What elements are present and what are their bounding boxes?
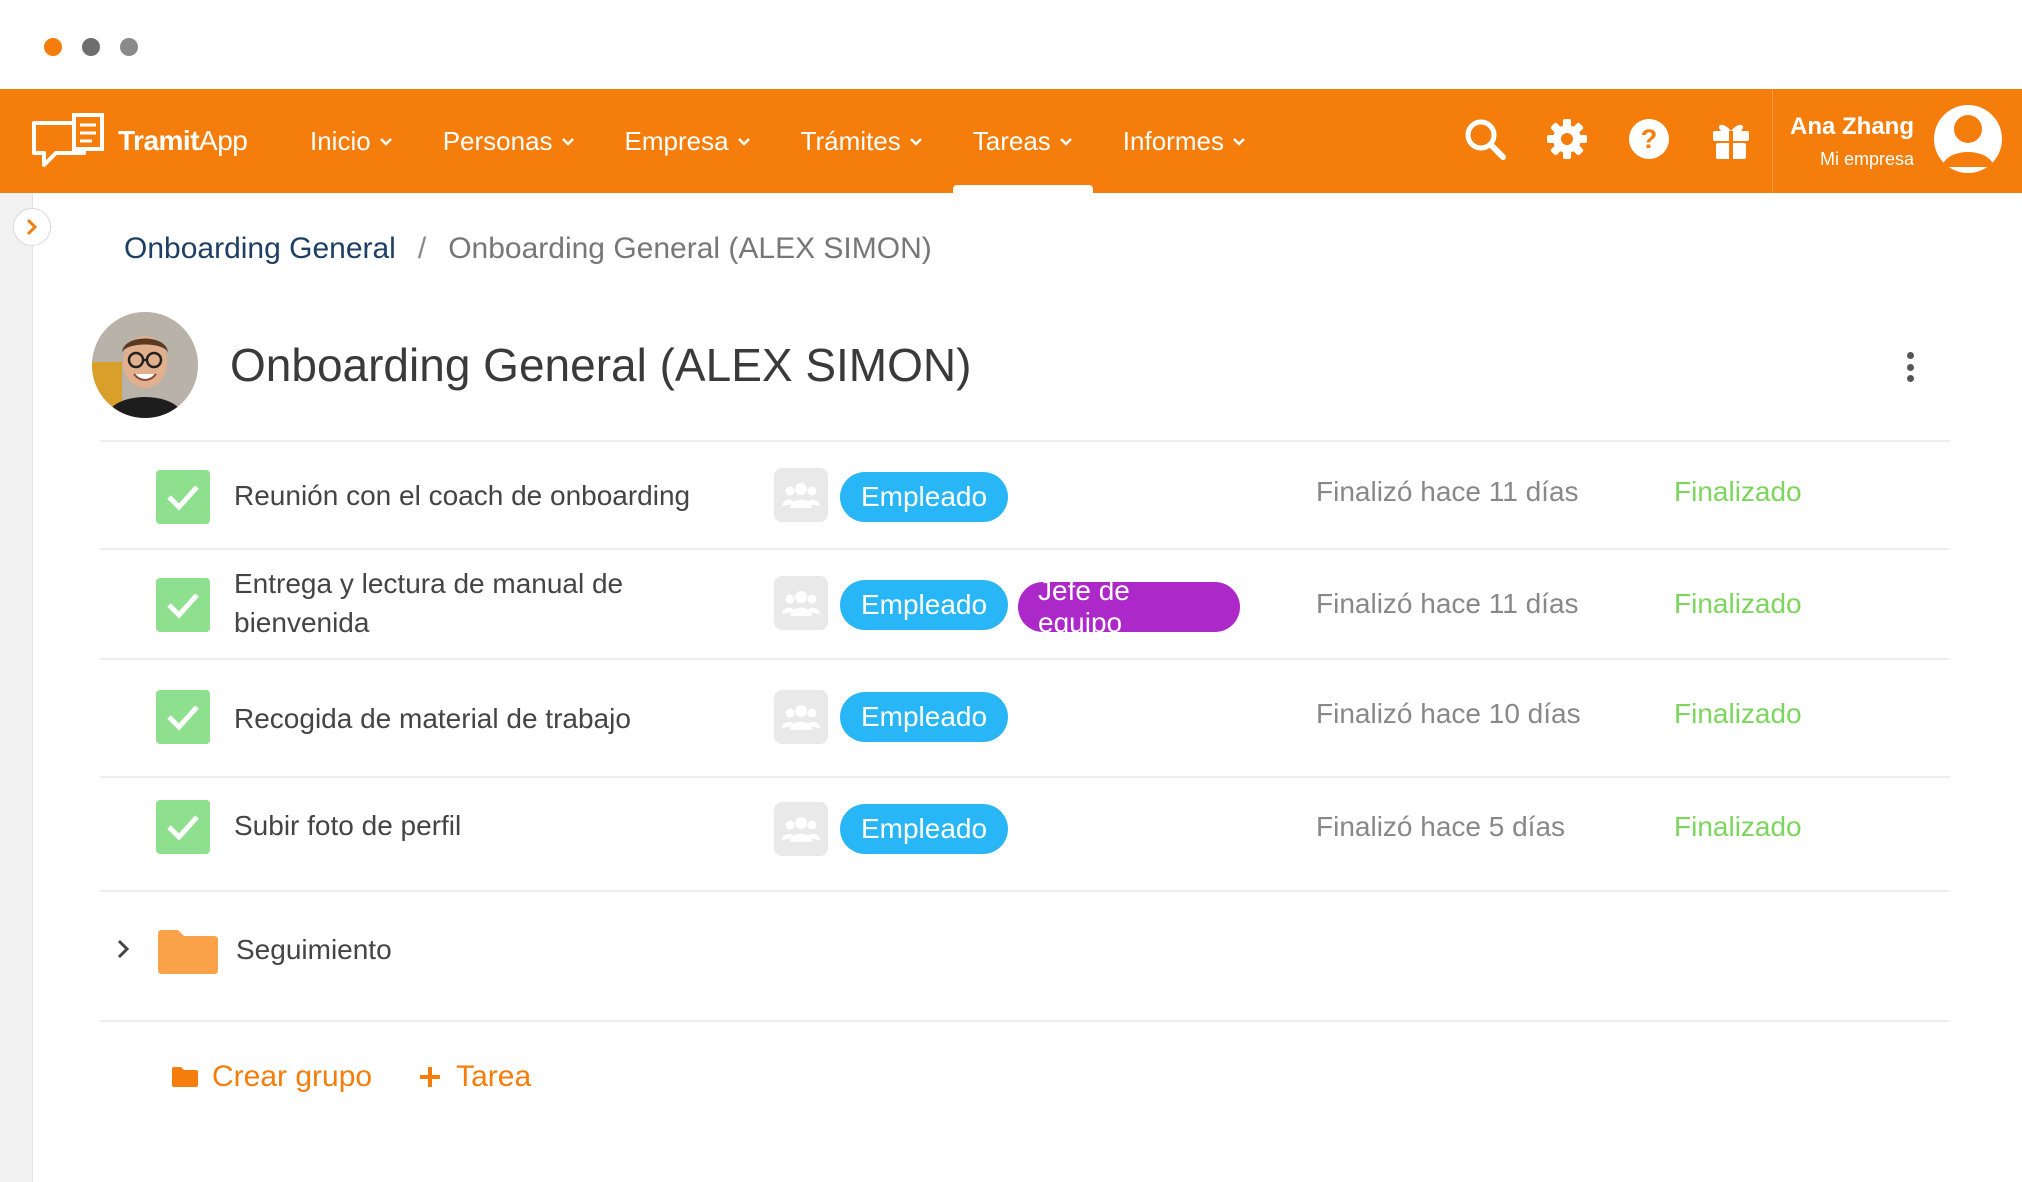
group-icon <box>774 802 828 856</box>
logo-text: TramitApp <box>118 125 248 156</box>
nav-item-label: Informes <box>1122 125 1224 156</box>
row-divider <box>100 890 1950 892</box>
task-name[interactable]: Entrega y lectura de manual de bienvenid… <box>234 564 634 642</box>
nav-item-tareas[interactable]: Tareas <box>952 89 1093 193</box>
task-finished-time: Finalizó hace 11 días <box>1316 588 1579 619</box>
nav-item-tramites[interactable]: Trámites <box>781 89 943 193</box>
row-divider <box>100 1020 1950 1022</box>
task-checkbox-checked[interactable] <box>156 690 210 744</box>
nav-item-inicio[interactable]: Inicio <box>290 89 413 193</box>
user-menu[interactable]: Ana Zhang Mi empresa <box>1786 113 1914 170</box>
nav-item-label: Tareas <box>972 125 1051 156</box>
gear-icon[interactable] <box>1544 111 1590 167</box>
folder-icon[interactable] <box>158 928 218 979</box>
task-checkbox-checked[interactable] <box>156 800 210 854</box>
check-icon <box>167 705 199 731</box>
role-badge-empleado: Empleado <box>840 472 1008 522</box>
add-task-label: Tarea <box>456 1060 532 1093</box>
task-group-row: Seguimiento <box>100 924 1950 978</box>
task-row: Entrega y lectura de manual de bienvenid… <box>100 550 1950 658</box>
role-badge-empleado: Empleado <box>840 692 1008 742</box>
task-checkbox-checked[interactable] <box>156 578 210 632</box>
chevron-right-icon <box>26 218 38 236</box>
chevron-down-icon <box>909 131 923 152</box>
task-status: Finalizado <box>1674 698 1802 729</box>
chevron-down-icon <box>737 131 751 152</box>
page-title: Onboarding General (ALEX SIMON) <box>230 339 972 391</box>
nav-item-informes[interactable]: Informes <box>1103 89 1266 193</box>
nav-item-empresa[interactable]: Empresa <box>605 89 771 193</box>
help-icon[interactable]: ? <box>1626 111 1672 167</box>
nav-item-label: Trámites <box>800 125 901 156</box>
create-group-label: Crear grupo <box>212 1060 373 1093</box>
nav-item-label: Empresa <box>624 125 729 156</box>
nav-item-personas[interactable]: Personas <box>423 89 595 193</box>
folder-icon <box>172 1067 198 1087</box>
task-status: Finalizado <box>1674 476 1802 507</box>
more-options-icon[interactable] <box>1898 352 1922 382</box>
chevron-down-icon <box>1059 131 1073 152</box>
breadcrumb-current: Onboarding General (ALEX SIMON) <box>448 232 932 265</box>
group-icon <box>774 576 828 630</box>
group-label[interactable]: Seguimiento <box>236 934 392 966</box>
chevron-right-icon[interactable] <box>114 936 138 964</box>
top-navbar: TramitApp Inicio Personas Empresa Trámit… <box>0 89 2022 193</box>
create-group-button[interactable]: Crear grupo <box>172 1060 372 1094</box>
task-finished-time: Finalizó hace 5 días <box>1316 811 1566 842</box>
sidebar-expand-button[interactable] <box>13 208 51 246</box>
task-name[interactable]: Subir foto de perfil <box>234 806 694 845</box>
plus-icon <box>420 1067 441 1087</box>
check-icon <box>167 485 199 511</box>
check-icon <box>167 815 199 841</box>
breadcrumb: Onboarding General / Onboarding General … <box>124 232 932 266</box>
nav-actions: ? <box>1462 111 1754 167</box>
svg-text:?: ? <box>1641 124 1658 154</box>
role-badge-empleado: Empleado <box>840 580 1008 630</box>
breadcrumb-separator: / <box>417 232 427 265</box>
task-status: Finalizado <box>1674 588 1802 619</box>
window-dot-close[interactable] <box>44 38 62 56</box>
window-dot-minimize[interactable] <box>82 38 100 56</box>
user-avatar[interactable] <box>1934 105 2002 173</box>
breadcrumb-parent[interactable]: Onboarding General <box>124 232 396 266</box>
task-finished-time: Finalizó hace 11 días <box>1316 476 1579 507</box>
user-name: Ana Zhang <box>1790 113 1914 140</box>
task-status: Finalizado <box>1674 811 1802 842</box>
role-badge-jefe-de-equipo: Jefe de equipo <box>1018 575 1240 638</box>
user-company: Mi empresa <box>1819 149 1914 169</box>
chevron-down-icon <box>1232 131 1246 152</box>
group-icon <box>774 468 828 522</box>
gift-icon[interactable] <box>1708 111 1754 167</box>
check-icon <box>167 593 199 619</box>
group-icon <box>774 690 828 744</box>
app-logo[interactable]: TramitApp <box>30 109 248 173</box>
chevron-down-icon <box>561 131 575 152</box>
role-badge-empleado: Empleado <box>840 804 1008 854</box>
task-row: Recogida de material de trabajo Empleado… <box>100 660 1950 776</box>
task-finished-time: Finalizó hace 10 días <box>1316 698 1581 729</box>
bottom-actions: Crear grupo Tarea <box>172 1060 577 1094</box>
task-row: Reunión con el coach de onboarding Emple… <box>100 442 1950 548</box>
search-icon[interactable] <box>1462 111 1508 167</box>
window-dot-maximize[interactable] <box>120 38 138 56</box>
employee-avatar <box>92 312 198 418</box>
task-name[interactable]: Recogida de material de trabajo <box>234 699 694 738</box>
task-name[interactable]: Reunión con el coach de onboarding <box>234 476 694 515</box>
collapsed-sidebar <box>0 193 33 1182</box>
nav-separator <box>1772 89 1773 193</box>
task-checkbox-checked[interactable] <box>156 470 210 524</box>
nav-item-label: Personas <box>442 125 553 156</box>
nav-item-label: Inicio <box>310 125 371 156</box>
chevron-down-icon <box>379 131 393 152</box>
add-task-button[interactable]: Tarea <box>418 1060 531 1094</box>
task-row: Subir foto de perfil Empleado Finalizó h… <box>100 778 1950 890</box>
main-menu: Inicio Personas Empresa Trámites Tareas <box>290 89 1276 193</box>
window-controls <box>44 38 138 56</box>
logo-icon <box>32 113 104 167</box>
